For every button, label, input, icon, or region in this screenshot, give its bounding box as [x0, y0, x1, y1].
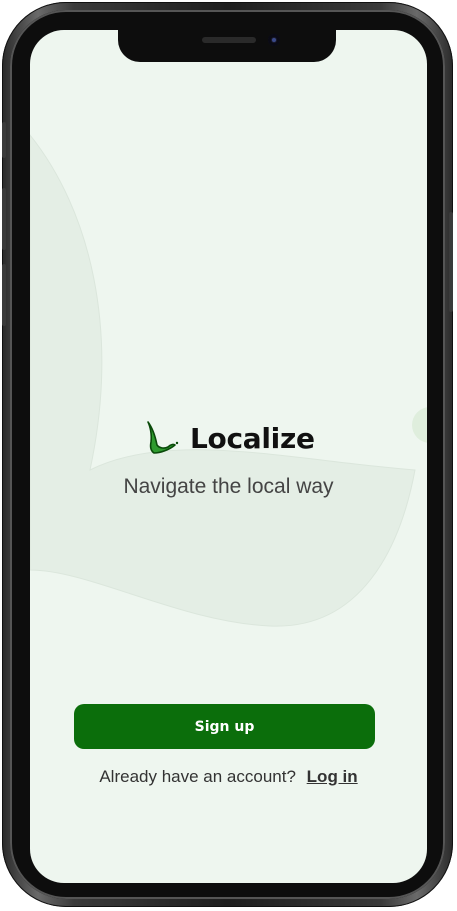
- volume-down-button: [2, 264, 6, 326]
- app-tagline: Navigate the local way: [123, 475, 334, 498]
- signup-button[interactable]: Sign up: [74, 704, 375, 749]
- app-name: Localize: [190, 421, 315, 455]
- login-prompt-row: Already have an account? Log in: [0, 767, 457, 787]
- speaker-grille: [202, 37, 256, 43]
- power-button: [449, 212, 453, 312]
- leaf-l-logo-icon: [147, 421, 179, 454]
- notch: [118, 26, 336, 62]
- brand-header: Localize: [144, 418, 315, 458]
- mute-switch: [2, 122, 6, 158]
- volume-up-button: [2, 188, 6, 250]
- login-link[interactable]: Log in: [307, 767, 358, 786]
- front-camera: [268, 34, 280, 46]
- login-prompt-text: Already have an account?: [99, 767, 296, 786]
